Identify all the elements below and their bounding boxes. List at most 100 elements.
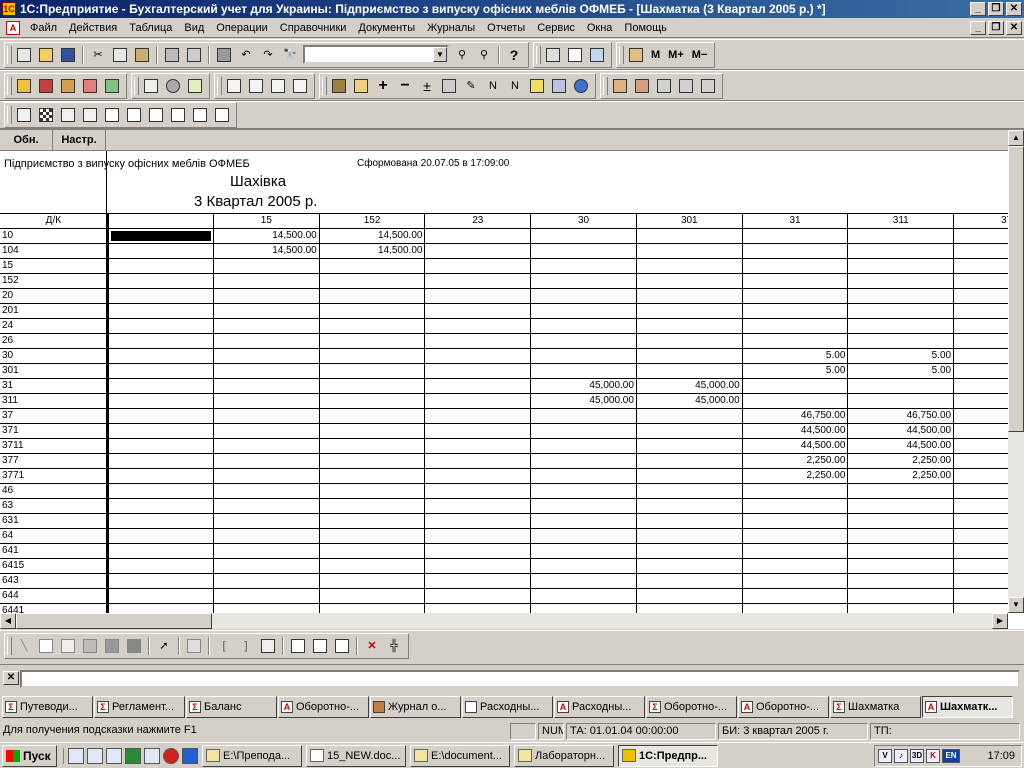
value-cell[interactable] <box>319 393 426 409</box>
value-cell[interactable] <box>107 258 214 274</box>
account-cell[interactable]: 643 <box>0 573 109 589</box>
value-cell[interactable] <box>742 288 849 304</box>
window-tab[interactable]: Журнал о... <box>370 696 461 718</box>
memory-subtract-button[interactable]: M− <box>688 49 712 61</box>
value-cell[interactable] <box>742 243 849 259</box>
value-cell[interactable] <box>319 603 426 613</box>
value-cell[interactable] <box>742 273 849 289</box>
value-cell[interactable] <box>742 588 849 604</box>
value-cell[interactable] <box>636 558 743 574</box>
value-cell[interactable] <box>319 513 426 529</box>
window-tab[interactable]: Σ Регламент... <box>94 696 185 718</box>
bracket-right-icon[interactable]: ] <box>236 636 256 656</box>
value-cell[interactable] <box>530 468 637 484</box>
report-stack-icon[interactable] <box>168 105 188 125</box>
value-cell[interactable] <box>107 378 214 394</box>
window-tab[interactable]: Σ Оборотно-... <box>646 696 737 718</box>
value-cell[interactable] <box>847 303 955 319</box>
open-icon[interactable] <box>36 45 56 65</box>
account-cell[interactable]: 152 <box>0 273 109 289</box>
value-cell[interactable]: 14,500.00 <box>319 228 426 244</box>
value-cell[interactable] <box>319 438 426 454</box>
value-cell[interactable] <box>953 423 1008 439</box>
cut-icon[interactable]: ✂ <box>88 45 108 65</box>
value-cell[interactable] <box>424 573 532 589</box>
value-cell[interactable] <box>530 603 637 613</box>
value-cell[interactable] <box>107 423 214 439</box>
value-cell[interactable] <box>636 438 743 454</box>
value-cell[interactable] <box>847 378 955 394</box>
value-cell[interactable] <box>107 543 214 559</box>
tray-3d-icon[interactable]: 3D <box>910 749 924 763</box>
save-icon[interactable] <box>58 45 78 65</box>
value-cell[interactable] <box>424 558 532 574</box>
quicklaunch-opera-icon[interactable] <box>163 747 179 764</box>
value-cell[interactable] <box>953 363 1008 379</box>
globe-icon[interactable] <box>571 76 591 96</box>
value-cell[interactable] <box>953 393 1008 409</box>
vertical-scrollbar[interactable]: ▲ ▼ <box>1008 130 1024 613</box>
value-cell[interactable] <box>847 543 955 559</box>
menu-service[interactable]: Сервис <box>531 22 581 34</box>
value-cell[interactable] <box>636 573 743 589</box>
find-icon[interactable]: 🔭 <box>280 45 300 65</box>
account-cell[interactable]: 10 <box>0 228 109 244</box>
value-cell[interactable] <box>213 543 320 559</box>
value-cell[interactable] <box>213 438 320 454</box>
spreadsheet[interactable]: Підприємство з випуску офісних меблів ОФ… <box>0 151 1008 613</box>
value-cell[interactable] <box>742 258 849 274</box>
account-cell[interactable]: 30 <box>0 348 109 364</box>
account-cell[interactable]: 104 <box>0 243 109 259</box>
message-field[interactable] <box>20 670 1020 688</box>
window-tab-active[interactable]: A Шахматк... <box>922 696 1013 718</box>
grid-properties-icon[interactable] <box>184 636 204 656</box>
value-cell[interactable] <box>742 378 849 394</box>
value-cell[interactable] <box>742 393 849 409</box>
print-icon[interactable] <box>162 45 182 65</box>
account-cell[interactable]: 6441 <box>0 603 109 613</box>
value-cell[interactable] <box>424 498 532 514</box>
plus-icon[interactable]: + <box>373 76 393 96</box>
report-grid-icon[interactable] <box>14 105 34 125</box>
tmc-icon[interactable] <box>141 76 161 96</box>
barcode-icon[interactable] <box>439 76 459 96</box>
value-cell[interactable] <box>213 303 320 319</box>
waybill-icon[interactable] <box>268 76 288 96</box>
task-button[interactable]: Лабораторн... <box>514 744 614 767</box>
menu-file[interactable]: Файл <box>24 22 63 34</box>
task-button-active[interactable]: 1С:Предпр... <box>618 744 718 767</box>
memory-button[interactable]: M <box>647 49 664 61</box>
account-cell[interactable]: 64 <box>0 528 109 544</box>
menu-documents[interactable]: Документы <box>352 22 421 34</box>
calculator-icon[interactable] <box>543 45 563 65</box>
plus-minus-icon[interactable]: ± <box>417 76 437 96</box>
value-cell[interactable] <box>107 573 214 589</box>
value-cell[interactable] <box>953 603 1008 613</box>
selected-cell[interactable] <box>107 228 214 244</box>
value-cell[interactable] <box>213 363 320 379</box>
value-cell[interactable] <box>107 513 214 529</box>
value-cell[interactable] <box>847 393 955 409</box>
value-cell[interactable] <box>213 483 320 499</box>
account-cell[interactable]: 201 <box>0 303 109 319</box>
value-cell[interactable] <box>107 468 214 484</box>
value-cell[interactable] <box>636 603 743 613</box>
account-cell[interactable]: 301 <box>0 363 109 379</box>
value-cell[interactable] <box>530 573 637 589</box>
value-cell[interactable] <box>424 468 532 484</box>
value-cell[interactable] <box>636 408 743 424</box>
value-cell[interactable] <box>107 348 214 364</box>
value-cell[interactable] <box>107 498 214 514</box>
value-cell[interactable] <box>742 483 849 499</box>
value-cell[interactable] <box>953 228 1008 244</box>
value-cell[interactable] <box>213 528 320 544</box>
value-cell[interactable]: 5.00 <box>742 363 849 379</box>
value-cell[interactable]: 44,500.00 <box>742 423 849 439</box>
value-cell[interactable] <box>847 558 955 574</box>
value-cell[interactable] <box>319 363 426 379</box>
value-cell[interactable] <box>319 333 426 349</box>
value-cell[interactable] <box>742 513 849 529</box>
value-cell[interactable] <box>107 303 214 319</box>
account-cell[interactable]: 6415 <box>0 558 109 574</box>
value-cell[interactable] <box>530 273 637 289</box>
